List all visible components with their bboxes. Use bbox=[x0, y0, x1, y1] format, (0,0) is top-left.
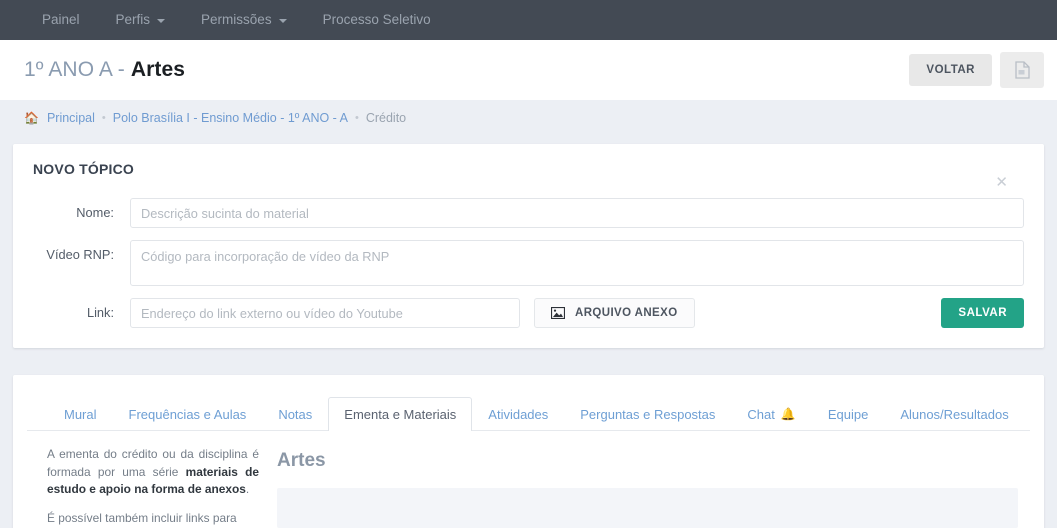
arquivo-anexo-button[interactable]: ARQUIVO ANEXO bbox=[534, 298, 695, 328]
tab-label: Equipe bbox=[827, 407, 869, 422]
ementa-help-paragraph-1: A ementa do crédito ou da disciplina é f… bbox=[47, 446, 259, 499]
header-actions: VOLTAR bbox=[909, 52, 1044, 88]
field-row-video-rnp: Vídeo RNP: bbox=[33, 240, 1024, 286]
save-button[interactable]: SALVAR bbox=[941, 298, 1024, 328]
tabs-card: Mural Frequências e Aulas Notas Ementa e… bbox=[13, 375, 1044, 528]
nav-item-permissoes[interactable]: Permissões bbox=[183, 0, 305, 40]
label-video-rnp: Vídeo RNP: bbox=[46, 247, 114, 262]
tab-label: Notas bbox=[278, 407, 313, 422]
tab-atividades[interactable]: Atividades bbox=[472, 397, 564, 431]
chevron-down-icon bbox=[157, 19, 166, 23]
close-icon[interactable]: ✕ bbox=[995, 175, 1008, 190]
tab-alunos-resultados[interactable]: Alunos/Resultados bbox=[884, 397, 1024, 431]
tab-label: Alunos/Resultados bbox=[900, 407, 1009, 422]
back-button[interactable]: VOLTAR bbox=[909, 54, 992, 86]
tab-perguntas-e-respostas[interactable]: Perguntas e Respostas bbox=[564, 397, 731, 431]
field-row-link: Link: ARQUIVO ANEXO SALVAR bbox=[33, 298, 1024, 328]
tab-bar: Mural Frequências e Aulas Notas Ementa e… bbox=[27, 397, 1030, 431]
nav-item-label: Permissões bbox=[201, 12, 272, 27]
document-icon bbox=[1014, 61, 1030, 79]
document-button[interactable] bbox=[1000, 52, 1044, 88]
tab-label: Frequências e Aulas bbox=[128, 407, 247, 422]
tab-label: Perguntas e Respostas bbox=[580, 407, 716, 422]
content-heading: Artes bbox=[277, 450, 326, 471]
breadcrumb-item-polo[interactable]: Polo Brasília I - Ensino Médio - 1º ANO … bbox=[113, 111, 348, 125]
tab-ementa-e-materiais[interactable]: Ementa e Materiais bbox=[328, 397, 473, 431]
breadcrumb-separator: • bbox=[354, 111, 359, 124]
page-title: 1º ANO A - Artes bbox=[24, 58, 185, 82]
ementa-help-text-c: . bbox=[245, 482, 250, 496]
image-icon bbox=[551, 307, 565, 319]
ementa-panel bbox=[277, 488, 1018, 528]
video-rnp-textarea[interactable] bbox=[130, 240, 1024, 286]
page-title-prefix: 1º ANO A - bbox=[24, 58, 131, 81]
breadcrumb-separator: • bbox=[101, 111, 106, 124]
page-header: 1º ANO A - Artes VOLTAR bbox=[0, 40, 1057, 100]
tab-chat[interactable]: Chat 🔔 bbox=[731, 397, 811, 431]
field-row-nome: Nome: bbox=[33, 198, 1024, 228]
breadcrumb-item-principal[interactable]: Principal bbox=[47, 111, 95, 125]
nav-item-processo-seletivo[interactable]: Processo Seletivo bbox=[305, 0, 449, 40]
tab-label: Mural bbox=[64, 407, 97, 422]
nav-item-label: Perfis bbox=[115, 12, 151, 27]
page-body: NOVO TÓPICO ✕ Nome: Vídeo RNP: Link: ARQ… bbox=[0, 144, 1057, 528]
tab-label: Chat bbox=[747, 407, 775, 422]
page-title-strong: Artes bbox=[130, 58, 186, 81]
ementa-help-sidebar: A ementa do crédito ou da disciplina é f… bbox=[27, 446, 277, 528]
nav-item-perfis[interactable]: Perfis bbox=[98, 0, 184, 40]
link-input[interactable] bbox=[130, 298, 520, 328]
nav-item-label: Painel bbox=[42, 12, 80, 27]
novo-topico-card: NOVO TÓPICO ✕ Nome: Vídeo RNP: Link: ARQ… bbox=[13, 144, 1044, 348]
ementa-content: Artes bbox=[277, 446, 1030, 528]
breadcrumb-item-credito: Crédito bbox=[365, 110, 407, 125]
tab-notas[interactable]: Notas bbox=[262, 397, 328, 431]
breadcrumb: 🏠 Principal • Polo Brasília I - Ensino M… bbox=[0, 100, 1057, 135]
tab-panel-ementa-e-materiais: A ementa do crédito ou da disciplina é f… bbox=[27, 431, 1030, 528]
tab-frequencias-e-aulas[interactable]: Frequências e Aulas bbox=[113, 397, 263, 431]
top-navbar: Painel Perfis Permissões Processo Seleti… bbox=[0, 0, 1057, 40]
tab-label: Atividades bbox=[488, 407, 549, 422]
arquivo-anexo-label: ARQUIVO ANEXO bbox=[575, 307, 678, 319]
tab-equipe[interactable]: Equipe bbox=[812, 397, 884, 431]
tab-mural[interactable]: Mural bbox=[48, 397, 113, 431]
nome-input[interactable] bbox=[130, 198, 1024, 228]
novo-topico-title: NOVO TÓPICO bbox=[33, 161, 134, 177]
label-nome: Nome: bbox=[76, 205, 114, 220]
label-link: Link: bbox=[86, 305, 114, 320]
nav-item-painel[interactable]: Painel bbox=[24, 0, 98, 40]
tab-label: Ementa e Materiais bbox=[344, 407, 457, 422]
novo-topico-header: NOVO TÓPICO ✕ bbox=[33, 161, 1024, 190]
ementa-help-paragraph-2: É possível também incluir links para bbox=[47, 510, 237, 525]
bell-icon: 🔔 bbox=[780, 406, 796, 421]
home-icon: 🏠 bbox=[24, 110, 39, 125]
nav-item-label: Processo Seletivo bbox=[322, 12, 431, 27]
chevron-down-icon bbox=[278, 19, 287, 23]
